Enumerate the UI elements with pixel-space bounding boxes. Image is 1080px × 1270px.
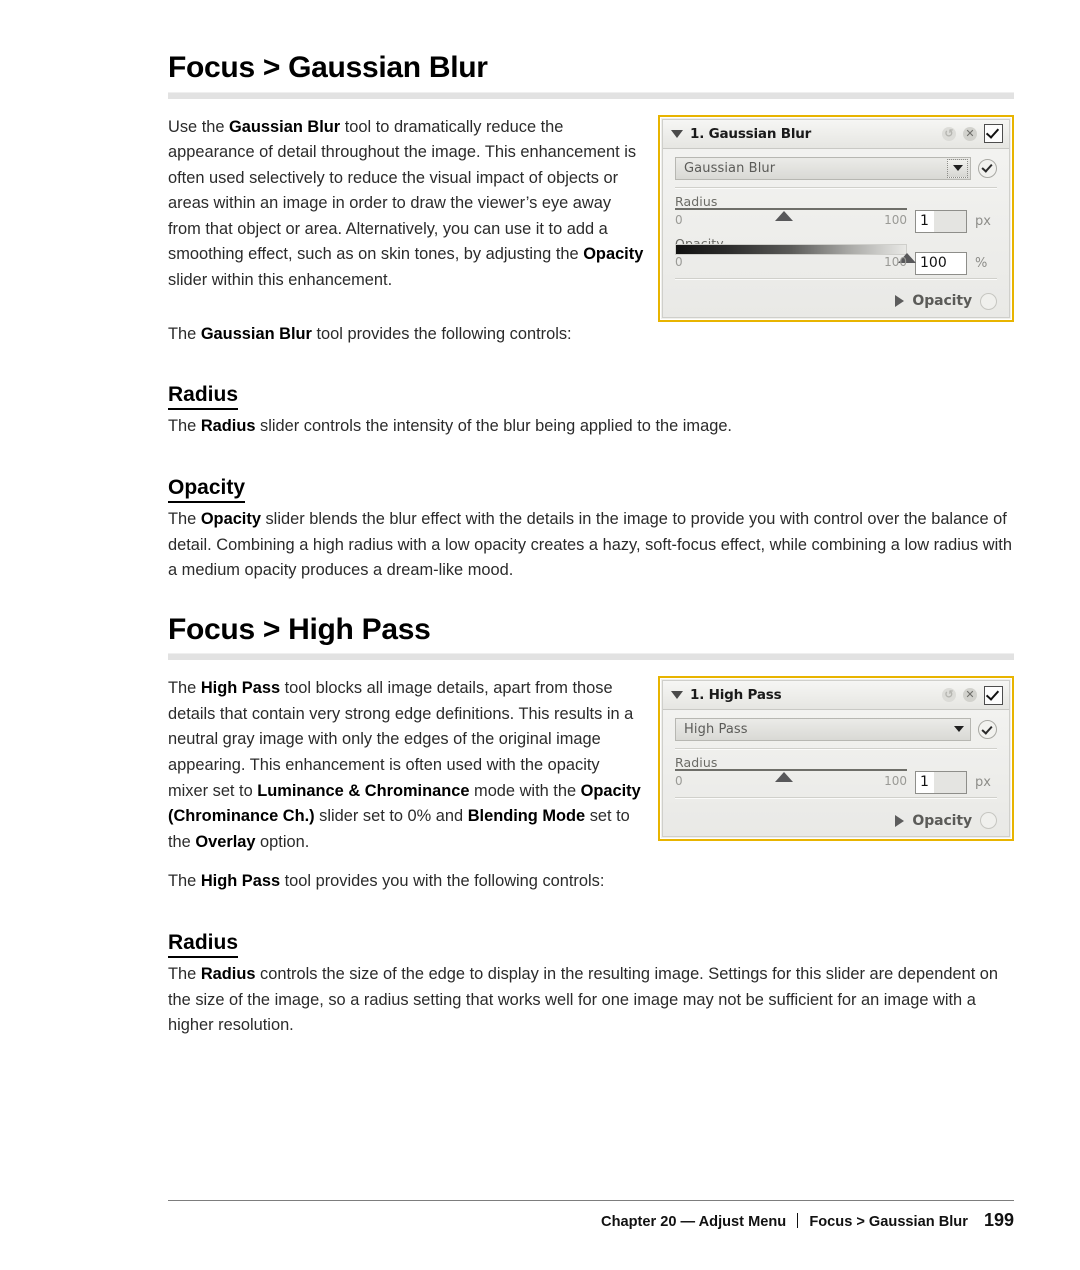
panel-title: 1. Gaussian Blur — [690, 125, 812, 142]
panel-divider-bottom-2 — [675, 797, 997, 800]
method-select[interactable]: Gaussian Blur — [675, 156, 971, 180]
heading-opacity-1: Opacity — [168, 476, 246, 503]
panel-titlebar: 1. Gaussian Blur ↺ ✕ — [663, 119, 1009, 149]
chevron-down-icon[interactable] — [949, 720, 968, 737]
method-select-value: Gaussian Blur — [684, 160, 776, 176]
footer-path: Focus > Gaussian Blur — [809, 1214, 968, 1230]
radius-slider-track — [675, 207, 907, 210]
footer-rule — [168, 1200, 1014, 1201]
circle-empty-icon[interactable] — [980, 292, 997, 310]
panel-title-2: 1. High Pass — [690, 687, 782, 704]
opacity-expander-row-2[interactable]: Opacity — [663, 810, 1009, 836]
circle-check-icon[interactable] — [978, 158, 997, 178]
gaussian-blur-intro: Use the Gaussian Blur tool to dramatical… — [168, 117, 644, 290]
radius-unit-label: px — [975, 213, 991, 229]
opacity-slider-row: Opacity 0 100 100 % — [675, 236, 997, 275]
opacity-expander-label-2: Opacity — [912, 812, 972, 829]
opacity-slider-track — [675, 243, 907, 255]
radius-slider-2[interactable]: 0 100 — [675, 761, 907, 791]
opacity-value-input[interactable]: 100 — [915, 251, 967, 275]
radius-text-1: The Radius slider controls the intensity… — [168, 417, 732, 436]
page-title-2: Focus > High Pass — [168, 612, 431, 646]
radius-slider-thumb[interactable] — [775, 210, 794, 221]
radius-unit-label-2: px — [975, 775, 991, 791]
checkbox-checked-icon[interactable] — [984, 124, 1003, 143]
high-pass-panel-figure: 1. High Pass ↺ ✕ High Pass Radius 0 100 … — [658, 676, 1014, 842]
gaussian-blur-panel: 1. Gaussian Blur ↺ ✕ Gaussian Blur Radiu… — [658, 114, 1014, 322]
opacity-expander-label: Opacity — [912, 293, 972, 309]
document-page: Focus > Gaussian Blur 1. Gaussian Blur ↺… — [0, 0, 1080, 1270]
radius-slider-thumb-2[interactable] — [775, 772, 794, 783]
page-title: Focus > Gaussian Blur — [168, 51, 488, 84]
radius-slider-row: Radius 0 100 1 px — [675, 194, 997, 233]
page-content: Focus > Gaussian Blur 1. Gaussian Blur ↺… — [168, 52, 1014, 1053]
reset-icon[interactable]: ↺ — [942, 126, 956, 141]
method-select-2[interactable]: High Pass — [675, 718, 971, 742]
title-rule — [168, 91, 1014, 99]
chevron-down-icon[interactable] — [947, 158, 968, 178]
panel-divider-2 — [675, 748, 997, 751]
panel-titlebar-2: 1. High Pass ↺ ✕ — [663, 681, 1009, 711]
method-combo-row-2: High Pass — [675, 718, 997, 742]
triangle-right-icon[interactable] — [895, 814, 905, 827]
gaussian-blur-lead: The Gaussian Blur tool provides the foll… — [168, 324, 572, 343]
circle-empty-icon[interactable] — [980, 812, 997, 830]
triangle-down-icon[interactable] — [671, 129, 683, 138]
high-pass-intro: The High Pass tool blocks all image deta… — [168, 679, 641, 851]
opacity-slider[interactable]: 0 100 — [675, 242, 916, 272]
opacity-expander-row[interactable]: Opacity — [663, 291, 1009, 317]
radius-slider-track-2 — [675, 769, 907, 772]
circle-check-icon[interactable] — [978, 720, 997, 740]
delete-x-icon[interactable]: ✕ — [963, 688, 977, 703]
opacity-unit-label: % — [975, 255, 988, 271]
checkbox-checked-icon[interactable] — [984, 685, 1003, 705]
panel-divider-bottom — [675, 277, 997, 280]
page-footer: Chapter 20 — Adjust Menu Focus > Gaussia… — [168, 1200, 1014, 1231]
radius-value-input[interactable]: 1 — [915, 209, 967, 233]
radius-value-input-2[interactable]: 1 — [915, 771, 967, 795]
footer-separator — [797, 1213, 799, 1228]
section-high-pass: 1. High Pass ↺ ✕ High Pass Radius 0 100 … — [168, 676, 1014, 909]
heading-radius-2: Radius — [168, 931, 239, 959]
radius-slider-max-2: 100 — [884, 774, 907, 789]
high-pass-lead: The High Pass tool provides you with the… — [168, 872, 605, 891]
delete-x-icon[interactable]: ✕ — [963, 126, 977, 141]
section-gaussian-blur: 1. Gaussian Blur ↺ ✕ Gaussian Blur Radiu… — [168, 114, 1014, 322]
high-pass-panel: 1. High Pass ↺ ✕ High Pass Radius 0 100 … — [658, 676, 1014, 842]
method-select-value-2: High Pass — [684, 722, 748, 738]
triangle-right-icon[interactable] — [895, 295, 905, 307]
heading-radius-1: Radius — [168, 383, 239, 411]
radius-slider-min-2: 0 — [675, 774, 683, 789]
radius-text-2: The Radius controls the size of the edge… — [168, 965, 999, 1035]
radius-slider[interactable]: 0 100 — [675, 200, 907, 230]
reset-icon[interactable]: ↺ — [942, 688, 956, 703]
opacity-slider-max: 100 — [884, 254, 907, 269]
footer-chapter: Chapter 20 — Adjust Menu — [601, 1214, 787, 1230]
method-combo-row: Gaussian Blur — [675, 156, 997, 180]
opacity-text-1: The Opacity slider blends the blur effec… — [168, 509, 1012, 580]
panel-divider — [675, 186, 997, 189]
gaussian-blur-panel-figure: 1. Gaussian Blur ↺ ✕ Gaussian Blur Radiu… — [658, 114, 1014, 322]
radius-slider-row-2: Radius 0 100 1 px — [675, 755, 997, 795]
triangle-down-icon[interactable] — [671, 691, 683, 700]
radius-slider-max: 100 — [884, 212, 907, 227]
page-number: 199 — [983, 1210, 1014, 1230]
radius-slider-min: 0 — [675, 212, 683, 227]
opacity-slider-min: 0 — [675, 254, 683, 269]
title-rule-2 — [168, 653, 1014, 661]
